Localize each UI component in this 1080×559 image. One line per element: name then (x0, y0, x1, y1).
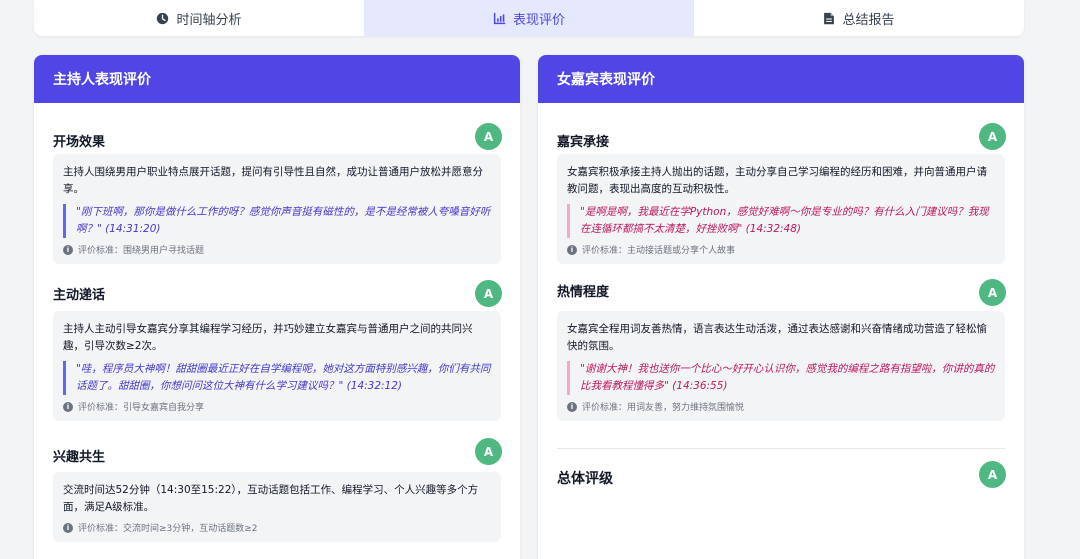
info-icon: i (63, 244, 73, 255)
overall-title: 总体评级 (557, 471, 613, 487)
evaluation-box: 主持人围绕男用户职业特点展开话题，提问有引导性且自然，成功让普通用户放松并愿意分… (53, 154, 501, 264)
evidence-quote: "是啊是啊，我最近在学Python，感觉好难啊～你是专业的吗？有什么入门建议吗？… (567, 204, 995, 238)
tab-timeline[interactable]: 时间轴分析 (34, 0, 364, 36)
criteria-line: i 评价标准：主动接话题或分享个人故事 (567, 243, 995, 256)
section-title: 开场效果 (53, 135, 106, 150)
evaluation-description: 主持人主动引导女嘉宾分享其编程学习经历，并巧妙建立女嘉宾与普通用户之间的共同兴趣… (63, 323, 473, 352)
grade-badge: A (475, 438, 502, 465)
document-icon (823, 12, 835, 25)
info-icon: i (63, 522, 73, 533)
tab-label: 总结报告 (842, 12, 895, 28)
evaluation-box: 主持人主动引导女嘉宾分享其编程学习经历，并巧妙建立女嘉宾与普通用户之间的共同兴趣… (53, 311, 501, 421)
criteria-text: 评价标准：用词友善，努力维持氛围愉悦 (582, 403, 745, 413)
evaluation-description: 女嘉宾全程用词友善热情，语言表达生动活泼，通过表达感谢和兴奋情绪成功营造了轻松愉… (567, 323, 987, 352)
section-title: 热情程度 (557, 285, 610, 300)
grade-badge: A (979, 279, 1006, 306)
evaluation-description: 交流时间达52分钟（14:30至15:22），互动话题包括工作、编程学习、个人兴… (63, 484, 479, 513)
evidence-quote: "刚下班啊，那你是做什么工作的呀？感觉你声音挺有磁性的，是不是经常被人夸嗓音好听… (63, 204, 491, 238)
criteria-line: i 评价标准：用词友善，努力维持氛围愉悦 (567, 400, 995, 413)
host-card-title: 主持人表现评价 (34, 55, 520, 103)
criteria-line: i 评价标准：引导女嘉宾自我分享 (63, 400, 491, 413)
section-title: 主动递话 (53, 288, 106, 303)
section-title: 嘉宾承接 (557, 135, 610, 150)
tab-summary[interactable]: 总结报告 (694, 0, 1024, 36)
evaluation-description: 主持人围绕男用户职业特点展开话题，提问有引导性且自然，成功让普通用户放松并愿意分… (63, 166, 483, 195)
criteria-line: i 评价标准：围绕男用户寻找话题 (63, 243, 491, 256)
evidence-quote: "谢谢大神！我也送你一个比心～好开心认识你，感觉我的编程之路有指望啦，你讲的真的… (567, 361, 995, 395)
info-icon: i (567, 401, 577, 412)
section-title: 兴趣共生 (53, 450, 106, 465)
grade-badge: A (979, 461, 1006, 488)
guest-evaluation-card: 女嘉宾表现评价 嘉宾承接 A 女嘉宾积极承接主持人抛出的话题，主动分享自己学习编… (538, 55, 1024, 559)
evaluation-box: 女嘉宾全程用词友善热情，语言表达生动活泼，通过表达感谢和兴奋情绪成功营造了轻松愉… (557, 311, 1005, 421)
grade-badge: A (475, 123, 502, 150)
grade-badge: A (475, 280, 502, 307)
evidence-quote: "哇，程序员大神啊！甜甜圈最近正好在自学编程呢，她对这方面特别感兴趣，你们有共同… (63, 361, 491, 395)
info-icon: i (63, 401, 73, 412)
criteria-text: 评价标准：主动接话题或分享个人故事 (582, 246, 736, 256)
clock-icon (156, 12, 169, 25)
evaluation-box: 女嘉宾积极承接主持人抛出的话题，主动分享自己学习编程的经历和困难，并向普通用户请… (557, 154, 1005, 264)
criteria-line: i 评价标准：交流时间≥3分钟，互动话题数≥2 (63, 521, 491, 534)
divider (557, 448, 1005, 449)
bar-chart-icon (493, 12, 506, 25)
tab-bar: 时间轴分析 表现评价 总结报告 (34, 0, 1024, 36)
criteria-text: 评价标准：交流时间≥3分钟，互动话题数≥2 (78, 524, 258, 534)
guest-card-title: 女嘉宾表现评价 (538, 55, 1024, 103)
evaluation-description: 女嘉宾积极承接主持人抛出的话题，主动分享自己学习编程的经历和困难，并向普通用户请… (567, 166, 987, 195)
grade-badge: A (979, 123, 1006, 150)
tab-label: 时间轴分析 (176, 12, 242, 28)
criteria-text: 评价标准：引导女嘉宾自我分享 (78, 403, 205, 413)
info-icon: i (567, 244, 577, 255)
tab-performance[interactable]: 表现评价 (364, 0, 694, 36)
criteria-text: 评价标准：围绕男用户寻找话题 (78, 246, 205, 256)
evaluation-box: 交流时间达52分钟（14:30至15:22），互动话题包括工作、编程学习、个人兴… (53, 472, 501, 542)
host-evaluation-card: 主持人表现评价 开场效果 A 主持人围绕男用户职业特点展开话题，提问有引导性且自… (34, 55, 520, 559)
tab-label: 表现评价 (512, 12, 565, 28)
